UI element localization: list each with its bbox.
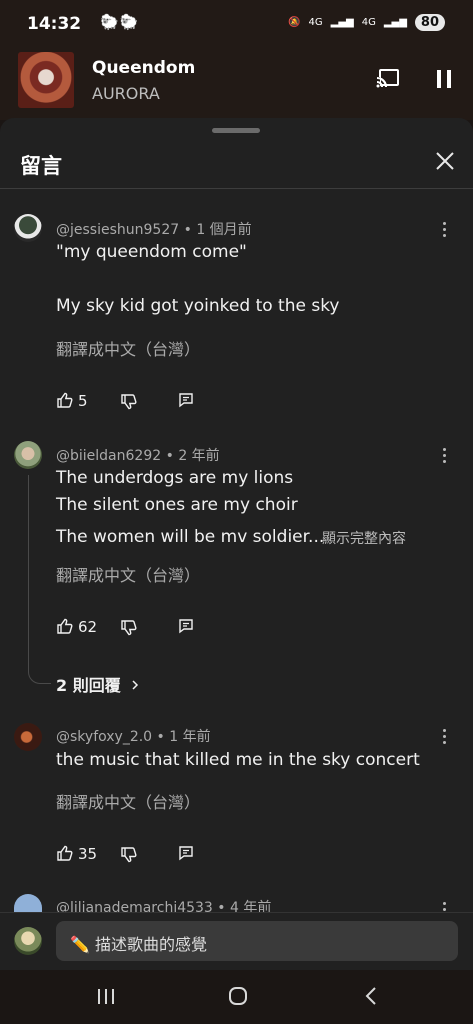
album-cover[interactable] xyxy=(18,52,74,108)
pencil-icon: ✏️ xyxy=(70,935,90,954)
comment-author[interactable]: @lilianademarchi4533 xyxy=(56,900,213,912)
comment-input-placeholder[interactable]: ✏️ 描述歌曲的感覺 xyxy=(70,931,207,955)
placeholder-text: 描述歌曲的感覺 xyxy=(95,935,208,954)
translate-link[interactable]: 翻譯成中文（台灣） xyxy=(56,336,200,360)
comment-text-line: The underdogs are my lions xyxy=(56,468,294,488)
drag-handle[interactable] xyxy=(212,128,260,133)
avatar[interactable] xyxy=(14,441,42,469)
thumbs-up-icon[interactable] xyxy=(56,392,73,409)
comment-text-line: The women will be mv soldier... xyxy=(56,527,325,547)
comment-age: 4 年前 xyxy=(230,900,272,912)
thread-line xyxy=(28,475,51,684)
avatar[interactable] xyxy=(14,723,42,751)
comment-text-line: "my queendom come" xyxy=(56,242,247,262)
reply-icon[interactable] xyxy=(178,845,194,861)
reply-icon[interactable] xyxy=(178,618,194,634)
thumbs-down-icon[interactable] xyxy=(120,846,137,863)
comment-text-line: the music that killed me in the sky conc… xyxy=(56,750,420,770)
back-icon[interactable] xyxy=(364,986,378,1006)
comment-text-line: The silent ones are my choir xyxy=(56,495,298,515)
comment-meta[interactable]: @lilianademarchi4533 • 4 年前 xyxy=(56,897,271,912)
signal-label-1: 4G xyxy=(308,17,323,28)
comment-age: 1 年前 xyxy=(169,729,211,745)
comment-text-line: My sky kid got yoinked to the sky xyxy=(56,296,340,316)
replies-label: 2 則回覆 xyxy=(56,676,121,695)
user-avatar xyxy=(14,927,42,955)
recent-apps-icon[interactable] xyxy=(97,988,115,1005)
comment-meta[interactable]: @skyfoxy_2.0 • 1 年前 xyxy=(56,726,211,746)
like-count: 62 xyxy=(78,618,98,636)
comment-meta[interactable]: @jessieshun9527 • 1 個月前 xyxy=(56,219,252,239)
status-right: 🔕 4G ▂▄▆ 4G ▂▄▆ 80 xyxy=(288,14,445,31)
song-title[interactable]: Queendom xyxy=(92,58,195,78)
mute-icon: 🔕 xyxy=(288,17,301,28)
cast-icon[interactable] xyxy=(376,68,400,88)
more-vert-icon[interactable] xyxy=(443,222,447,240)
signal-icon: ▂▄▆ xyxy=(330,17,354,28)
thumbs-down-icon[interactable] xyxy=(120,619,137,636)
comment-author[interactable]: @jessieshun9527 xyxy=(56,222,179,238)
comment-meta[interactable]: @biieldan6292 • 2 年前 xyxy=(56,445,220,465)
sheet-title: 留言 xyxy=(20,154,62,178)
show-more-link[interactable]: 顯示完整內容 xyxy=(322,528,406,548)
more-vert-icon[interactable] xyxy=(443,448,447,466)
thumbs-up-icon[interactable] xyxy=(56,845,73,862)
comment-author[interactable]: @biieldan6292 xyxy=(56,448,161,464)
status-time: 14:32 xyxy=(27,14,82,34)
view-replies-button[interactable]: 2 則回覆 xyxy=(56,672,140,696)
chevron-right-icon xyxy=(132,680,139,690)
comment-age: 2 年前 xyxy=(178,448,220,464)
like-count: 35 xyxy=(78,845,98,863)
battery-badge: 80 xyxy=(414,14,445,31)
reply-icon[interactable] xyxy=(178,392,194,408)
divider xyxy=(0,188,473,189)
signal-label-2: 4G xyxy=(361,17,376,28)
comment-author[interactable]: @skyfoxy_2.0 xyxy=(56,729,152,745)
pause-icon[interactable] xyxy=(437,70,451,88)
more-vert-icon[interactable] xyxy=(443,729,447,747)
more-vert-icon[interactable] xyxy=(443,902,447,912)
thumbs-down-icon[interactable] xyxy=(120,393,137,410)
home-icon[interactable] xyxy=(228,986,248,1006)
avatar[interactable] xyxy=(14,214,42,242)
notification-icons: 🐑🐑 xyxy=(100,13,140,31)
signal-icon-2: ▂▄▆ xyxy=(383,17,407,28)
artist-name[interactable]: AURORA xyxy=(92,84,160,103)
thumbs-up-icon[interactable] xyxy=(56,618,73,635)
like-count: 5 xyxy=(78,392,88,410)
comment-age: 1 個月前 xyxy=(196,222,252,238)
close-icon[interactable] xyxy=(434,150,456,172)
translate-link[interactable]: 翻譯成中文（台灣） xyxy=(56,789,200,813)
translate-link[interactable]: 翻譯成中文（台灣） xyxy=(56,562,200,586)
